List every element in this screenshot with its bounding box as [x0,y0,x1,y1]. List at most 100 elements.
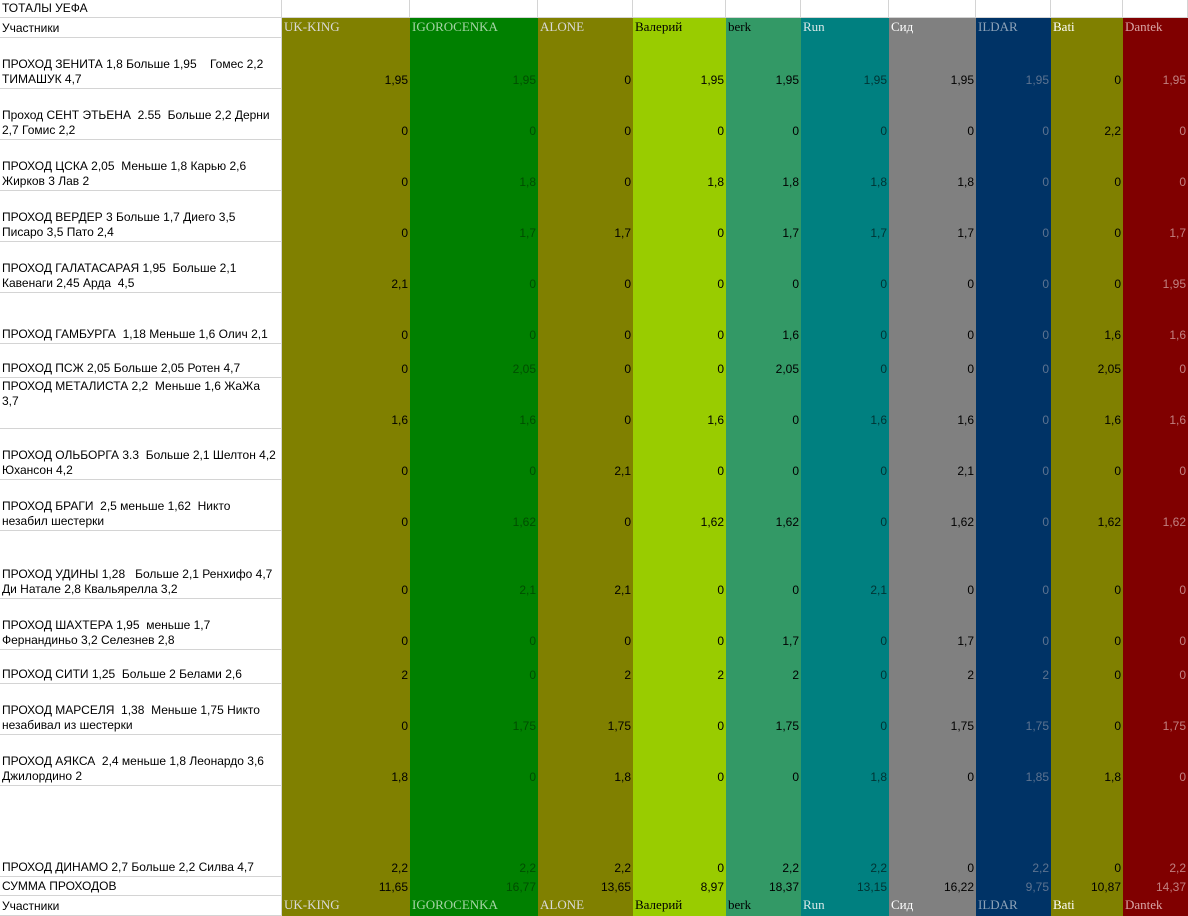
bet-value-cell[interactable]: 1,7 [889,191,976,242]
bet-value-cell[interactable]: 1,62 [1051,480,1123,531]
bet-value-cell[interactable]: 0 [282,599,410,650]
bet-value-cell[interactable]: 2 [889,650,976,684]
bet-value-cell[interactable]: 1,62 [726,480,801,531]
bet-value-cell[interactable]: 0 [1123,89,1188,140]
bet-value-cell[interactable]: 1,8 [889,140,976,191]
bet-value-cell[interactable]: 0 [538,38,633,89]
bet-value-cell[interactable]: 1,6 [801,378,889,429]
bet-value-cell[interactable]: 0 [633,293,726,344]
bet-value-cell[interactable]: 2,05 [1051,344,1123,378]
bet-value-cell[interactable]: 0 [1123,531,1188,599]
bet-value-cell[interactable]: 0 [889,786,976,877]
bet-value-cell[interactable]: 0 [1051,191,1123,242]
bet-value-cell[interactable]: 0 [976,140,1051,191]
bet-value-cell[interactable]: 0 [976,191,1051,242]
bet-value-cell[interactable]: 1,8 [410,140,538,191]
bet-value-cell[interactable]: 0 [410,599,538,650]
bet-value-cell[interactable]: 1,8 [633,140,726,191]
empty-cell[interactable] [801,0,889,18]
bet-value-cell[interactable]: 2,2 [1051,89,1123,140]
bet-value-cell[interactable]: 1,6 [726,293,801,344]
empty-cell[interactable] [726,0,801,18]
bet-value-cell[interactable]: 0 [633,429,726,480]
bet-value-cell[interactable]: 2,1 [410,531,538,599]
bet-value-cell[interactable]: 1,95 [976,38,1051,89]
bet-value-cell[interactable]: 0 [282,684,410,735]
bet-value-cell[interactable]: 0 [410,650,538,684]
participants-label-footer[interactable]: Участники [0,896,282,916]
empty-cell[interactable] [410,0,538,18]
bet-value-cell[interactable]: 0 [1051,38,1123,89]
empty-cell[interactable] [1123,0,1188,18]
bet-value-cell[interactable]: 0 [726,531,801,599]
bet-value-cell[interactable]: 1,95 [1123,38,1188,89]
player-header-footer[interactable]: IGOROCENKA [410,896,538,916]
bet-value-cell[interactable]: 0 [538,378,633,429]
empty-cell[interactable] [1051,0,1123,18]
bet-value-cell[interactable]: 1,6 [889,378,976,429]
bet-value-cell[interactable]: 1,8 [282,735,410,786]
bet-value-cell[interactable]: 0 [538,89,633,140]
sheet-title[interactable]: ТОТАЛЫ УЕФА [0,0,282,18]
bet-value-cell[interactable]: 0 [633,684,726,735]
total-cell[interactable]: 11,65 [282,877,410,896]
participants-label[interactable]: Участники [0,18,282,38]
bet-value-cell[interactable]: 0 [633,735,726,786]
bet-value-cell[interactable]: 1,7 [801,191,889,242]
bet-value-cell[interactable]: 0 [538,293,633,344]
bet-value-cell[interactable]: 1,75 [976,684,1051,735]
bet-value-cell[interactable]: 0 [1051,531,1123,599]
bet-value-cell[interactable]: 1,8 [726,140,801,191]
player-header[interactable]: Валерий [633,18,726,38]
bet-value-cell[interactable]: 0 [1123,650,1188,684]
bet-value-cell[interactable]: 2 [282,650,410,684]
bet-row-label[interactable]: ПРОХОД ГАМБУРГА 1,18 Меньше 1,6 Олич 2,1 [0,293,282,344]
bet-row-label[interactable]: ПРОХОД ДИНАМО 2,7 Больше 2,2 Силва 4,7 [0,786,282,877]
bet-value-cell[interactable]: 2,2 [538,786,633,877]
bet-value-cell[interactable]: 1,8 [801,140,889,191]
player-header-footer[interactable]: Сид [889,896,976,916]
bet-value-cell[interactable]: 1,7 [889,599,976,650]
bet-value-cell[interactable]: 1,8 [538,735,633,786]
bet-value-cell[interactable]: 2,2 [726,786,801,877]
bet-value-cell[interactable]: 0 [282,293,410,344]
bet-value-cell[interactable]: 1,75 [1123,684,1188,735]
bet-row-label[interactable]: Проход СЕНТ ЭТЬЕНА 2.55 Больше 2,2 Дерни… [0,89,282,140]
bet-value-cell[interactable]: 0 [1123,140,1188,191]
bet-row-label[interactable]: ПРОХОД БРАГИ 2,5 меньше 1,62 Никто незаб… [0,480,282,531]
bet-value-cell[interactable]: 0 [976,89,1051,140]
bet-value-cell[interactable]: 2 [976,650,1051,684]
bet-value-cell[interactable]: 0 [976,429,1051,480]
bet-value-cell[interactable]: 1,6 [410,378,538,429]
bet-value-cell[interactable]: 1,62 [410,480,538,531]
bet-value-cell[interactable]: 0 [726,735,801,786]
bet-value-cell[interactable]: 2,2 [976,786,1051,877]
bet-value-cell[interactable]: 0 [801,293,889,344]
bet-value-cell[interactable]: 1,6 [1051,293,1123,344]
bet-value-cell[interactable]: 1,8 [801,735,889,786]
bet-value-cell[interactable]: 0 [1123,599,1188,650]
bet-value-cell[interactable]: 0 [633,599,726,650]
bet-value-cell[interactable]: 0 [726,242,801,293]
bet-value-cell[interactable]: 0 [633,786,726,877]
total-cell[interactable]: 13,15 [801,877,889,896]
bet-value-cell[interactable]: 1,7 [410,191,538,242]
bet-value-cell[interactable]: 2,1 [801,531,889,599]
bet-value-cell[interactable]: 0 [976,344,1051,378]
bet-value-cell[interactable]: 1,95 [633,38,726,89]
bet-value-cell[interactable]: 0 [1051,140,1123,191]
player-header-footer[interactable]: Валерий [633,896,726,916]
bet-row-label[interactable]: ПРОХОД ШАХТЕРА 1,95 меньше 1,7 Фернандин… [0,599,282,650]
bet-value-cell[interactable]: 2 [726,650,801,684]
bet-value-cell[interactable]: 0 [538,480,633,531]
bet-value-cell[interactable]: 0 [410,89,538,140]
bet-value-cell[interactable]: 2,05 [726,344,801,378]
bet-value-cell[interactable]: 0 [726,89,801,140]
bet-value-cell[interactable]: 0 [976,293,1051,344]
bet-value-cell[interactable]: 0 [282,140,410,191]
empty-cell[interactable] [976,0,1051,18]
empty-cell[interactable] [538,0,633,18]
bet-row-label[interactable]: ПРОХОД ЗЕНИТА 1,8 Больше 1,95 Гомес 2,2 … [0,38,282,89]
bet-value-cell[interactable]: 0 [633,344,726,378]
bet-value-cell[interactable]: 1,6 [282,378,410,429]
